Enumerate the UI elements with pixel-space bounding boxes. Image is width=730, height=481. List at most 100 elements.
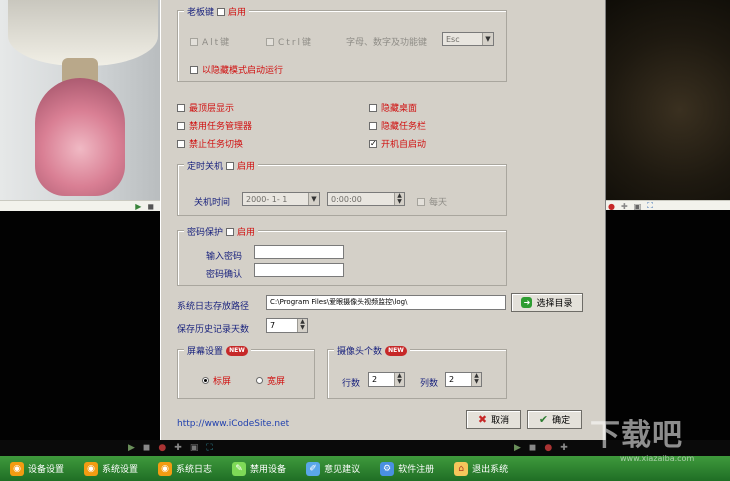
- taskbar-device-settings[interactable]: ◉ 设备设置: [10, 461, 64, 476]
- check-icon: ✔: [538, 413, 549, 426]
- timer-time-value: 0:00:00: [331, 195, 362, 204]
- screen-normal-label: 标屏: [213, 377, 232, 387]
- spinner-icon[interactable]: ▲ ▼: [394, 193, 404, 205]
- alt-key-label: Alt键: [202, 38, 232, 48]
- timer-daily-option[interactable]: 每天: [417, 195, 447, 208]
- camera-icon[interactable]: ◼: [143, 443, 150, 453]
- spinner-icon[interactable]: ▲ ▼: [394, 373, 404, 386]
- new-badge: NEW: [226, 345, 249, 356]
- lamp-vase: [35, 78, 125, 196]
- alt-key-option[interactable]: Alt键: [190, 35, 231, 48]
- camera-cols-label: 列数: [420, 379, 439, 389]
- hotkey-key-select[interactable]: Esc ▼: [442, 32, 494, 46]
- taskbar-disable-device[interactable]: ✎ 禁用设备: [232, 461, 286, 476]
- disable-task-manager-label: 禁用任务管理器: [189, 122, 253, 132]
- camera-cols-input[interactable]: 2 ▲ ▼: [445, 372, 482, 387]
- spinner-icon[interactable]: ▲ ▼: [471, 373, 481, 386]
- site-watermark: 下载吧 www.xiazaiba.com: [590, 418, 728, 466]
- play-icon[interactable]: ▶: [135, 202, 141, 211]
- camera-count-group: 摄像头个数 NEW 行数 2 ▲ ▼ 列数 2 ▲ ▼: [327, 344, 507, 399]
- ctrl-key-option[interactable]: Ctrl键: [266, 35, 313, 48]
- hide-desktop-option[interactable]: 隐藏桌面: [369, 101, 417, 114]
- timer-daily-checkbox[interactable]: [417, 197, 425, 206]
- ok-button[interactable]: ✔ 确定: [527, 410, 582, 429]
- taskbar-label: 系统设置: [102, 465, 139, 475]
- camera-rows-input[interactable]: 2 ▲ ▼: [368, 372, 405, 387]
- screen-normal-option[interactable]: 标屏: [202, 374, 231, 387]
- password-enable-checkbox[interactable]: [226, 227, 235, 236]
- top-display-option[interactable]: 最顶层显示: [177, 101, 234, 114]
- fullscreen-icon[interactable]: ⛶: [206, 443, 212, 453]
- disable-task-switch-option[interactable]: 禁止任务切换: [177, 137, 243, 150]
- spinner-icon[interactable]: ▲ ▼: [297, 319, 307, 332]
- screen-wide-radio[interactable]: [256, 377, 263, 384]
- watermark-url: www.xiazaiba.com: [620, 454, 695, 463]
- timer-date-select[interactable]: 2000- 1- 1 ▼: [242, 192, 320, 206]
- alt-key-checkbox[interactable]: [190, 37, 198, 46]
- ctrl-key-checkbox[interactable]: [266, 37, 274, 46]
- taskbar-exit[interactable]: ⌂ 退出系统: [454, 461, 508, 476]
- taskbar-register[interactable]: ⚙ 软件注册: [380, 461, 434, 476]
- cancel-button[interactable]: ✖ 取消: [466, 410, 521, 429]
- top-display-label: 最顶层显示: [189, 104, 235, 114]
- cancel-label: 取消: [491, 416, 510, 426]
- record-icon[interactable]: ●: [158, 443, 166, 453]
- disable-task-manager-option[interactable]: 禁用任务管理器: [177, 119, 252, 132]
- autostart-checkbox[interactable]: ✓: [369, 139, 377, 148]
- history-days-input[interactable]: 7 ▲ ▼: [266, 318, 308, 333]
- timer-time-input[interactable]: 0:00:00 ▲ ▼: [327, 192, 405, 206]
- screen-title: 屏幕设置: [187, 347, 224, 357]
- hotkey-enable-checkbox[interactable]: [217, 7, 226, 16]
- settings-icon[interactable]: ✚: [560, 443, 568, 453]
- camera-cols-value: 2: [449, 375, 455, 384]
- password-input[interactable]: [254, 245, 344, 259]
- taskbar-feedback[interactable]: ✐ 意见建议: [306, 461, 360, 476]
- password-confirm-input[interactable]: [254, 263, 344, 277]
- chevron-down-icon[interactable]: ▼: [482, 33, 493, 45]
- choose-directory-button[interactable]: ➜ 选择目录: [511, 293, 583, 312]
- website-link[interactable]: http://www.iCodeSite.net: [177, 419, 289, 429]
- screen-wide-label: 宽屏: [267, 377, 286, 387]
- screen-legend: 屏幕设置 NEW: [184, 344, 252, 357]
- hide-taskbar-option[interactable]: 隐藏任务栏: [369, 119, 426, 132]
- password-enable-label: 启用: [237, 228, 256, 238]
- choose-directory-label: 选择目录: [536, 299, 573, 309]
- taskbar-system-settings[interactable]: ◉ 系统设置: [84, 461, 139, 476]
- camera-rows-label: 行数: [342, 379, 361, 389]
- settings-icon[interactable]: ✚: [174, 443, 182, 453]
- top-display-checkbox[interactable]: [177, 103, 185, 112]
- camera-count-legend: 摄像头个数 NEW: [334, 344, 411, 357]
- hidden-start-checkbox[interactable]: [190, 65, 198, 74]
- hide-desktop-checkbox[interactable]: [369, 103, 377, 112]
- rss-icon: ◉: [10, 461, 24, 476]
- hide-desktop-label: 隐藏桌面: [381, 104, 418, 114]
- log-path-input[interactable]: C:\Program Files\爱眼摄像头视频监控\log\: [266, 295, 506, 310]
- hidden-start-option[interactable]: 以隐藏模式启动运行: [190, 63, 283, 76]
- password-group: 密码保护 启用 输入密码 密码确认: [177, 225, 507, 286]
- play-icon[interactable]: ▶: [128, 443, 135, 453]
- close-icon: ✖: [477, 413, 488, 426]
- timer-legend: 定时关机 启用: [184, 159, 259, 172]
- taskbar-system-log[interactable]: ◉ 系统日志: [158, 461, 212, 476]
- disable-task-switch-checkbox[interactable]: [177, 139, 185, 148]
- hotkey-key-value: Esc: [446, 35, 460, 44]
- screen-wide-option[interactable]: 宽屏: [256, 374, 285, 387]
- history-days-label: 保存历史记录天数: [177, 325, 250, 335]
- camera-view-right-bottom: [604, 210, 730, 440]
- timer-enable-checkbox[interactable]: [226, 161, 235, 170]
- record-icon[interactable]: ●: [544, 443, 552, 453]
- hidden-start-label: 以隐藏模式启动运行: [202, 66, 284, 76]
- chevron-down-icon[interactable]: ▼: [308, 193, 319, 205]
- screen-normal-radio[interactable]: [202, 377, 209, 384]
- timer-daily-label: 每天: [429, 198, 448, 208]
- play-icon[interactable]: ▶: [514, 443, 521, 453]
- camera-icon[interactable]: ◼: [147, 202, 154, 211]
- ctrl-key-label: Ctrl键: [278, 38, 314, 48]
- log-path-value: C:\Program Files\爱眼摄像头视频监控\log\: [270, 298, 408, 306]
- snapshot-icon[interactable]: ▣: [190, 443, 199, 453]
- camera-view-right: [604, 0, 730, 200]
- hide-taskbar-checkbox[interactable]: [369, 121, 377, 130]
- autostart-option[interactable]: ✓ 开机自启动: [369, 137, 426, 150]
- camera-icon[interactable]: ◼: [529, 443, 536, 453]
- disable-task-manager-checkbox[interactable]: [177, 121, 185, 130]
